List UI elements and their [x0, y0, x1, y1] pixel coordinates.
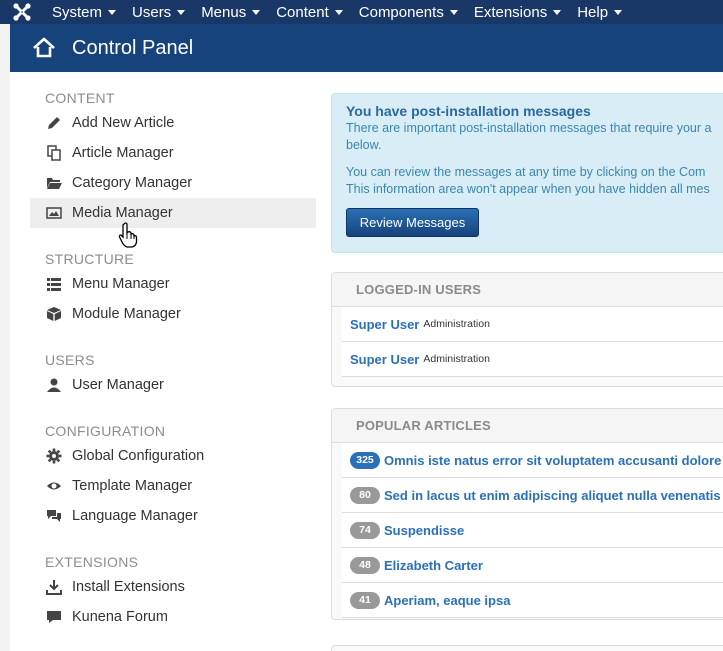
- popular-articles-panel: POPULAR ARTICLES 325 Omnis iste natus er…: [331, 408, 723, 620]
- menu-menus[interactable]: Menus: [193, 0, 268, 24]
- cube-icon: [45, 305, 63, 323]
- menu-system[interactable]: System: [44, 0, 124, 24]
- article-link[interactable]: Omnis iste natus error sit voluptatem ac…: [384, 453, 721, 468]
- sidebar-item-add-new-article[interactable]: Add New Article: [30, 108, 316, 138]
- sidebar-section-extensions: EXTENSIONS: [45, 554, 139, 570]
- list-icon: [45, 275, 63, 293]
- next-panel-edge: [331, 645, 723, 651]
- hits-badge: 74: [350, 521, 380, 539]
- comment-icon: [45, 608, 63, 626]
- top-navbar: System Users Menus Content Components Ex…: [0, 0, 723, 24]
- alert-title: You have post-installation messages: [346, 103, 591, 119]
- sidebar-section-structure: STRUCTURE: [45, 251, 135, 267]
- sidebar-section-users: USERS: [45, 352, 95, 368]
- article-link[interactable]: Elizabeth Carter: [384, 558, 483, 573]
- sidebar-section-configuration: CONFIGURATION: [45, 423, 166, 439]
- caret-down-icon: [334, 9, 343, 15]
- hits-badge: 325: [350, 451, 380, 469]
- table-row: Super User Administration: [342, 307, 723, 342]
- user-name-link[interactable]: Super User: [350, 317, 419, 332]
- sidebar-section-content: CONTENT: [45, 90, 115, 106]
- sidebar-item-kunena-forum[interactable]: Kunena Forum: [30, 602, 316, 632]
- folder-open-icon: [45, 174, 63, 192]
- hand-pointer-cursor-icon: [118, 222, 138, 248]
- pencil-icon: [45, 114, 63, 132]
- alert-text-line: This information area won't appear when …: [346, 182, 710, 196]
- menu-help[interactable]: Help: [569, 0, 630, 24]
- home-icon: [33, 37, 55, 58]
- caret-down-icon: [108, 9, 117, 15]
- post-install-alert: You have post-installation messages Ther…: [331, 93, 723, 253]
- left-edge-strip: [0, 24, 10, 651]
- user-name-link[interactable]: Super User: [350, 352, 419, 367]
- article-link[interactable]: Suspendisse: [384, 523, 464, 538]
- article-link[interactable]: Aperiam, eaque ipsa: [384, 593, 510, 608]
- sidebar-item-user-manager[interactable]: User Manager: [30, 370, 316, 400]
- sidebar-item-language-manager[interactable]: Language Manager: [30, 501, 316, 531]
- alert-text-line: You can review the messages at any time …: [346, 165, 706, 179]
- page-header: Control Panel: [10, 24, 723, 72]
- sidebar-item-module-manager[interactable]: Module Manager: [30, 299, 316, 329]
- table-row: Super User Administration: [342, 342, 723, 377]
- joomla-logo-icon[interactable]: [0, 0, 44, 24]
- sidebar-item-category-manager[interactable]: Category Manager: [30, 168, 316, 198]
- hits-badge: 80: [350, 486, 380, 504]
- menu-content[interactable]: Content: [268, 0, 351, 24]
- article-link[interactable]: Sed in lacus ut enim adipiscing aliquet …: [384, 488, 721, 503]
- hits-badge: 48: [350, 556, 380, 574]
- sidebar: CONTENT Add New Article Article Manager …: [30, 72, 316, 632]
- review-messages-button[interactable]: Review Messages: [346, 208, 479, 237]
- table-row: 74 Suspendisse: [342, 513, 723, 548]
- download-icon: [45, 578, 63, 596]
- sidebar-item-global-configuration[interactable]: Global Configuration: [30, 441, 316, 471]
- panel-title: POPULAR ARTICLES: [332, 409, 723, 443]
- hits-badge: 41: [350, 591, 380, 609]
- sidebar-item-install-extensions[interactable]: Install Extensions: [30, 572, 316, 602]
- user-area: Administration: [423, 353, 490, 365]
- user-icon: [45, 376, 63, 394]
- caret-down-icon: [177, 9, 186, 15]
- page-title: Control Panel: [72, 36, 194, 59]
- copy-icon: [45, 144, 63, 162]
- menu-components[interactable]: Components: [351, 0, 466, 24]
- logged-in-users-panel: LOGGED-IN USERS Super User Administratio…: [331, 272, 723, 387]
- caret-down-icon: [553, 9, 562, 15]
- image-icon: [45, 204, 63, 222]
- caret-down-icon: [252, 9, 261, 15]
- table-row: 41 Aperiam, eaque ipsa: [342, 583, 723, 618]
- user-area: Administration: [423, 318, 490, 330]
- menu-users[interactable]: Users: [124, 0, 193, 24]
- table-row: 48 Elizabeth Carter: [342, 548, 723, 583]
- alert-text-line: There are important post-installation me…: [346, 121, 712, 135]
- table-row: 325 Omnis iste natus error sit voluptate…: [342, 443, 723, 478]
- caret-down-icon: [614, 9, 623, 15]
- alert-text-line: below.: [346, 138, 382, 152]
- sidebar-item-article-manager[interactable]: Article Manager: [30, 138, 316, 168]
- table-row: 80 Sed in lacus ut enim adipiscing aliqu…: [342, 478, 723, 513]
- menu-extensions[interactable]: Extensions: [466, 0, 569, 24]
- panel-title: LOGGED-IN USERS: [332, 273, 723, 307]
- sidebar-item-media-manager[interactable]: Media Manager: [30, 198, 316, 228]
- sidebar-item-menu-manager[interactable]: Menu Manager: [30, 269, 316, 299]
- caret-down-icon: [449, 9, 458, 15]
- eye-icon: [45, 477, 63, 495]
- sidebar-item-template-manager[interactable]: Template Manager: [30, 471, 316, 501]
- gear-icon: [45, 447, 63, 465]
- comments-icon: [45, 507, 63, 525]
